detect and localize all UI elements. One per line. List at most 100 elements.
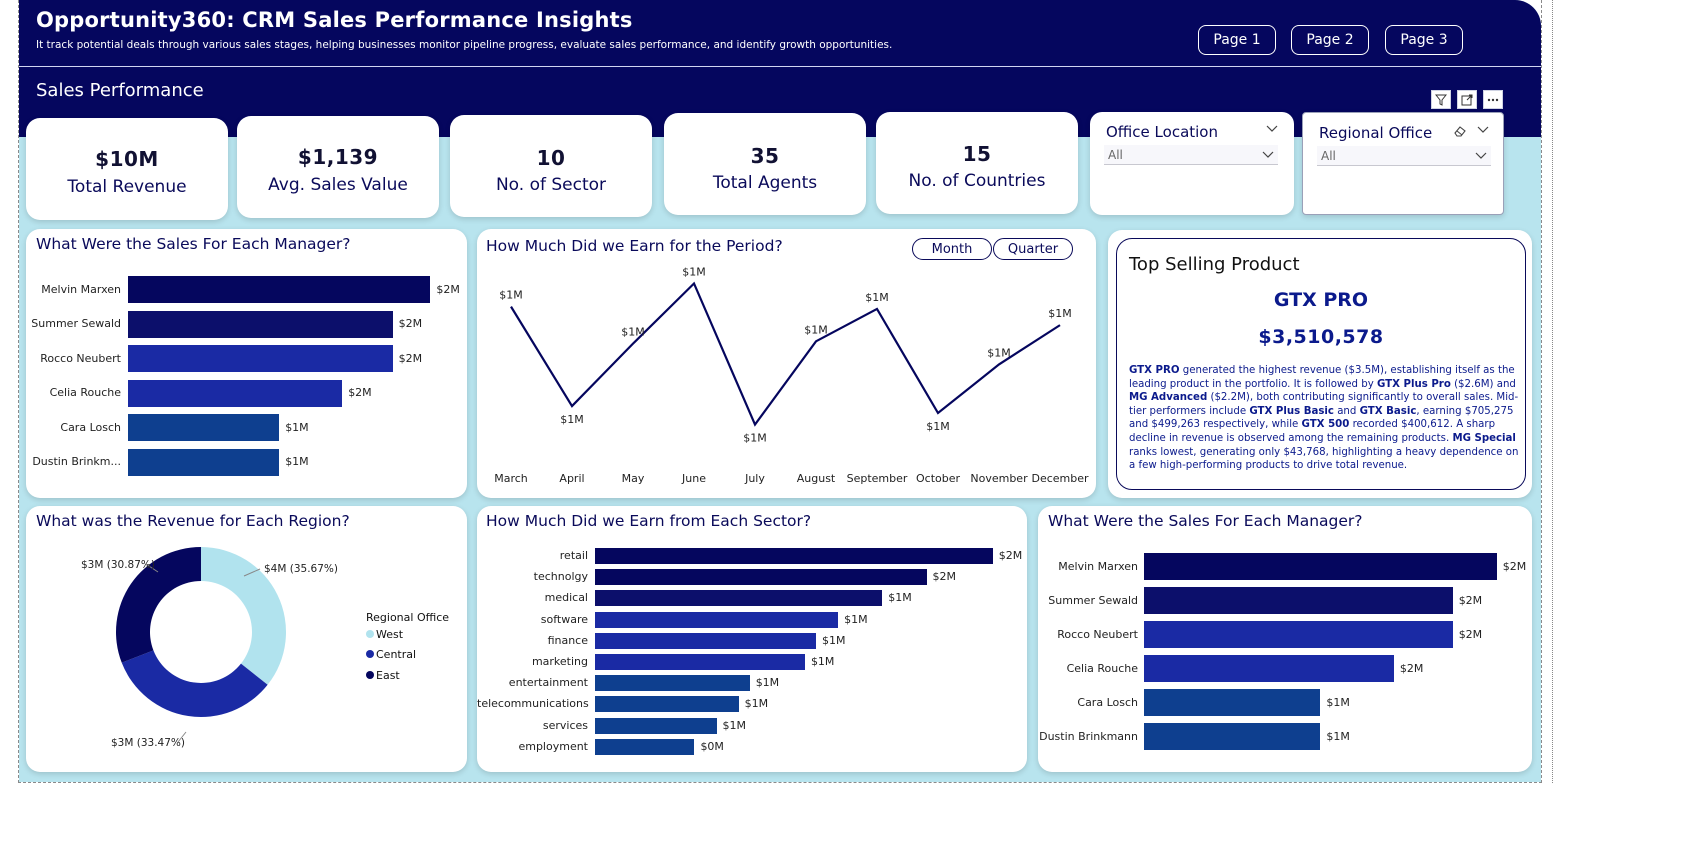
bar[interactable]: [128, 345, 393, 372]
bar-category-label: Cara Losch: [60, 420, 121, 434]
product-name: GTX Plus Pro: [1376, 378, 1451, 390]
bar[interactable]: [595, 675, 750, 692]
bar-category-label: Dustin Brinkm...: [32, 455, 121, 468]
chart-title: What Were the Sales For Each Manager?: [36, 235, 351, 253]
bar[interactable]: [1144, 655, 1394, 682]
bar-category-label: employment: [518, 739, 588, 753]
bar-value-label: $2M: [1399, 661, 1424, 675]
bar[interactable]: [595, 654, 805, 670]
point-value-label: $1M: [682, 266, 706, 279]
bar-value-label: $1M: [888, 591, 912, 605]
report-subtitle: It track potential deals through various…: [36, 39, 893, 51]
bar[interactable]: [595, 717, 717, 734]
eraser-icon[interactable]: [1453, 125, 1467, 137]
slicer-office-location[interactable]: Office Location All: [1090, 112, 1294, 215]
point-value-label: $1M: [926, 420, 950, 433]
bar-category-label: software: [540, 612, 588, 626]
legend-label: West: [376, 628, 404, 641]
kpi-value: 10: [536, 146, 566, 170]
legend-item-west[interactable]: West: [366, 628, 403, 641]
bar[interactable]: [1144, 689, 1321, 716]
bar[interactable]: [595, 738, 695, 755]
report-title: Opportunity360: CRM Sales Performance In…: [36, 8, 633, 32]
page-edge: [1552, 0, 1553, 783]
section-title: Sales Performance: [36, 80, 204, 101]
bar[interactable]: [595, 632, 816, 649]
x-tick-label: October: [916, 472, 960, 485]
bar[interactable]: [128, 379, 343, 407]
bar[interactable]: [128, 276, 431, 303]
legend-swatch: [366, 630, 374, 638]
kpi-card-avg-sales: $1,139 Avg. Sales Value: [237, 116, 439, 218]
quarter-toggle[interactable]: Quarter: [993, 238, 1073, 260]
x-tick-label: December: [1031, 472, 1089, 485]
slicer-title: Office Location: [1106, 123, 1218, 141]
legend-item-central[interactable]: Central: [366, 648, 416, 661]
chevron-down-icon: [1475, 152, 1487, 159]
bar[interactable]: [595, 548, 993, 564]
kpi-value: 35: [750, 144, 780, 168]
focus-mode-icon[interactable]: [1457, 90, 1477, 109]
kpi-value: 15: [962, 142, 992, 166]
page-2-button[interactable]: Page 2: [1291, 25, 1369, 55]
product-name: GTX Plus Basic: [1249, 405, 1334, 417]
point-value-label: $1M: [560, 413, 584, 426]
kpi-label: No. of Sector: [495, 175, 607, 195]
bar-value-label: $2M: [436, 282, 460, 296]
bar[interactable]: [595, 696, 739, 713]
revenue-line[interactable]: [510, 281, 1061, 427]
bar-category-label: Melvin Marxen: [41, 282, 121, 296]
bar[interactable]: [128, 448, 280, 476]
x-tick-label: November: [970, 472, 1028, 485]
kpi-label: Total Agents: [712, 173, 818, 193]
legend-label: Central: [376, 648, 417, 661]
region-revenue-chart-card: What was the Revenue for Each Region? $4…: [26, 506, 467, 772]
product-name: GTX PRO: [1129, 365, 1180, 376]
bar[interactable]: [595, 590, 883, 607]
manager-sales-chart-card: What Were the Sales For Each Manager? Me…: [26, 229, 467, 498]
x-tick-label: April: [559, 472, 584, 485]
kpi-card-sectors: 10 No. of Sector: [450, 115, 652, 217]
slicer-dropdown[interactable]: All: [1104, 145, 1278, 165]
more-options-icon[interactable]: [1483, 90, 1503, 109]
kpi-card-agents: 35 Total Agents: [664, 113, 866, 215]
chevron-down-icon: [1262, 151, 1274, 158]
slicer-selected: All: [1108, 148, 1123, 162]
point-value-label: $1M: [865, 291, 889, 304]
manager-sales-chart-card-2: What Were the Sales For Each Manager? Me…: [1038, 506, 1532, 772]
sector-earnings-chart-card: How Much Did we Earn from Each Sector? r…: [477, 506, 1027, 772]
chevron-down-icon[interactable]: [1266, 125, 1278, 133]
slicer-dropdown[interactable]: All: [1317, 146, 1491, 166]
top-product-description: GTX PRO generated the highest revenue ($…: [1129, 364, 1521, 473]
month-toggle[interactable]: Month: [912, 238, 992, 260]
bar-category-label: Melvin Marxen: [1058, 559, 1138, 573]
bar-category-label: entertainment: [508, 676, 588, 690]
bar[interactable]: [128, 414, 280, 441]
bar[interactable]: [1144, 553, 1497, 580]
point-value-label: $1M: [987, 346, 1011, 359]
slice-value-label: $3M (30.87%): [81, 559, 155, 571]
bar-category-label: Celia Rouche: [49, 386, 121, 399]
bar[interactable]: [1144, 723, 1321, 750]
bar[interactable]: [595, 611, 839, 628]
product-name: GTX 500: [1301, 419, 1350, 431]
slice-value-label: $3M (33.47%): [111, 737, 185, 749]
slicer-regional-office[interactable]: Regional Office All: [1302, 112, 1504, 215]
filter-icon[interactable]: [1431, 90, 1451, 109]
bar[interactable]: [128, 310, 393, 338]
bar-value-label: $1M: [1326, 729, 1350, 743]
bar[interactable]: [1144, 587, 1453, 614]
point-value-label: $1M: [743, 432, 767, 445]
bar[interactable]: [595, 569, 927, 586]
kpi-label: Avg. Sales Value: [268, 175, 408, 195]
chart-title: What Were the Sales For Each Manager?: [1048, 512, 1363, 530]
page-3-button[interactable]: Page 3: [1385, 25, 1463, 55]
bar-value-label: $1M: [285, 420, 309, 434]
legend-item-east[interactable]: East: [366, 669, 400, 682]
bar[interactable]: [1144, 621, 1453, 648]
slicer-selected: All: [1321, 149, 1336, 163]
chart-title: How Much Did we Earn from Each Sector?: [486, 512, 812, 530]
page-1-button[interactable]: Page 1: [1198, 25, 1276, 55]
bar-category-label: marketing: [531, 655, 588, 668]
chevron-down-icon[interactable]: [1477, 126, 1489, 134]
